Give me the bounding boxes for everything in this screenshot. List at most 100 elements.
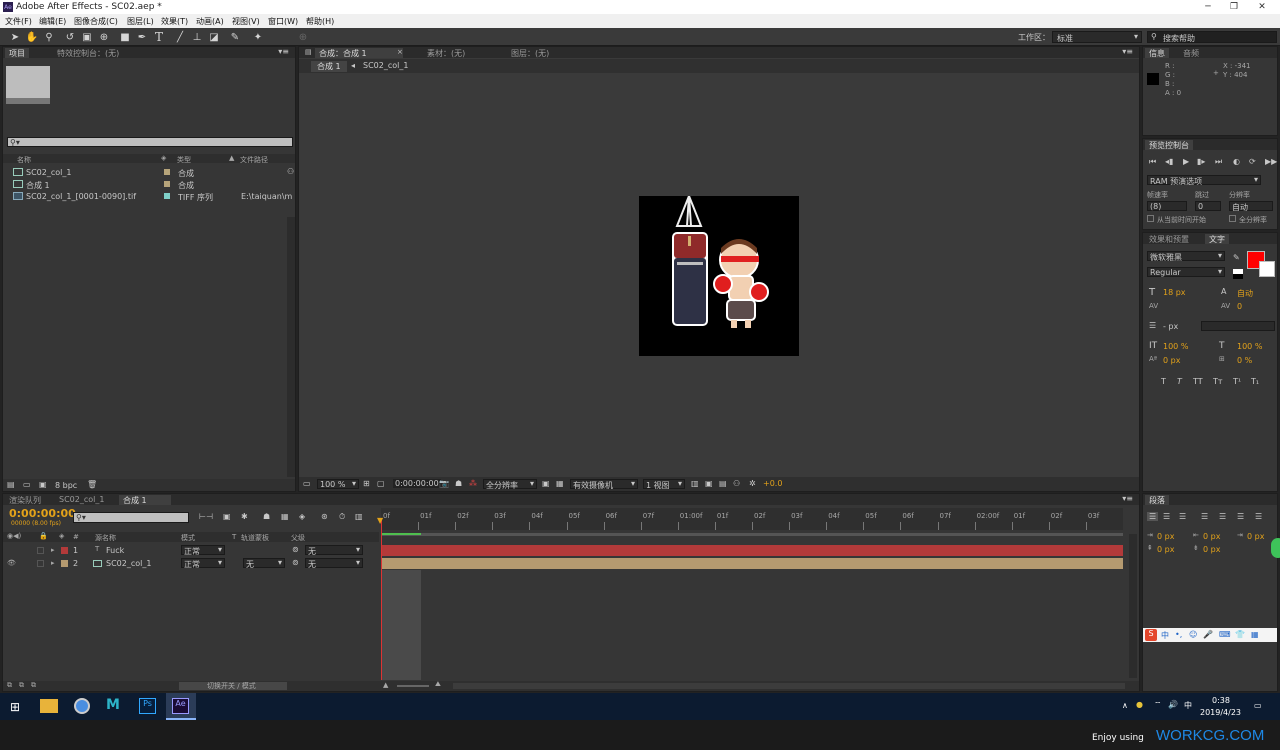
- justify-right-icon[interactable]: ☰: [1237, 512, 1244, 521]
- ram-options-select[interactable]: RAM 预演选项 ▾: [1147, 175, 1261, 186]
- tab-layer[interactable]: 图层：(无): [507, 48, 553, 58]
- views-select[interactable]: 1 视图 ▾: [643, 479, 685, 490]
- ime-mode[interactable]: 中: [1161, 630, 1169, 641]
- clone-stamp-tool-icon[interactable]: ⊥: [190, 30, 204, 44]
- minimize-button[interactable]: ─: [1198, 1, 1218, 13]
- loop-icon[interactable]: ⟳: [1249, 157, 1256, 166]
- vertical-scale-value[interactable]: 100 %: [1163, 342, 1188, 351]
- all-caps-icon[interactable]: TT: [1193, 377, 1203, 386]
- graph-editor-icon[interactable]: ▥: [355, 512, 363, 521]
- tab-footage[interactable]: 素材：(无): [423, 48, 469, 58]
- maya-icon[interactable]: M: [106, 697, 120, 713]
- tab-info[interactable]: 信息: [1145, 48, 1169, 58]
- motion-blur-icon[interactable]: ◈: [299, 512, 305, 521]
- layer-duration-bar[interactable]: [381, 558, 1123, 569]
- delete-icon[interactable]: 🗑: [87, 480, 97, 489]
- zoom-out-icon[interactable]: ▲: [383, 681, 388, 689]
- menu-help[interactable]: 帮助(H): [306, 16, 334, 27]
- clock-time[interactable]: 0:38: [1212, 696, 1230, 705]
- new-folder-icon[interactable]: ▭: [23, 480, 31, 489]
- tray-app-icon[interactable]: ●: [1136, 700, 1143, 709]
- full-res-checkbox[interactable]: [1229, 215, 1236, 222]
- frame-blending-icon[interactable]: ▦: [281, 512, 289, 521]
- tab-character[interactable]: 文字: [1205, 234, 1229, 244]
- keyboard-icon[interactable]: ⌨: [1219, 630, 1231, 639]
- comp-canvas[interactable]: [639, 195, 799, 356]
- leading-value[interactable]: 自动: [1237, 288, 1253, 299]
- tab-comp1[interactable]: 合成 1: [119, 495, 171, 505]
- align-center-icon[interactable]: ☰: [1163, 512, 1170, 521]
- flowchart-icon[interactable]: ⚇: [287, 167, 294, 176]
- workspace-select[interactable]: 标准 ▾: [1052, 31, 1142, 43]
- skin-icon[interactable]: 👕: [1235, 630, 1245, 639]
- ime-indicator[interactable]: 中: [1184, 700, 1192, 711]
- stroke-mode-select[interactable]: [1201, 321, 1275, 331]
- superscript-icon[interactable]: T¹: [1233, 377, 1241, 386]
- timeline-layer-row[interactable]: 👁 ▸ 2 SC02_col_1 正常 ▾ 无 ▾ ⊚ 无 ▾: [3, 557, 379, 569]
- next-frame-icon[interactable]: ▮▸: [1197, 157, 1205, 166]
- panel-menu-icon[interactable]: ▾≡: [1122, 494, 1133, 503]
- pickwhip-icon[interactable]: ⊚: [292, 545, 299, 554]
- ram-preview-icon[interactable]: ▶▶: [1265, 157, 1277, 166]
- transfer-controls-icon[interactable]: ⧉: [19, 681, 24, 690]
- frame-rate-select[interactable]: (8): [1147, 201, 1187, 211]
- toolbox-icon[interactable]: ▦: [1251, 630, 1259, 639]
- always-preview-icon[interactable]: ▭: [303, 479, 311, 488]
- rectangle-tool-icon[interactable]: ■: [118, 30, 132, 44]
- pickwhip-icon[interactable]: ⊚: [292, 558, 299, 567]
- project-scrollbar[interactable]: [287, 217, 295, 477]
- axis-mode-icon[interactable]: ⊕: [296, 30, 310, 44]
- work-area-bar[interactable]: [381, 533, 1123, 536]
- punctuation-icon[interactable]: •,: [1175, 630, 1182, 639]
- project-item[interactable]: 合成 1 合成: [3, 178, 295, 190]
- emoji-icon[interactable]: ☺: [1189, 630, 1197, 639]
- close-tab-icon[interactable]: ×: [397, 48, 403, 56]
- space-before-value[interactable]: 0 px: [1157, 545, 1174, 554]
- project-item[interactable]: SC02_col_1 合成: [3, 166, 295, 178]
- layer-switches-icon[interactable]: ⧉: [7, 681, 12, 690]
- pan-behind-tool-icon[interactable]: ⊕: [97, 30, 111, 44]
- eyedropper-icon[interactable]: ✎: [1233, 253, 1240, 262]
- lock-toggle[interactable]: [37, 547, 44, 554]
- resolution-select[interactable]: 自动: [1229, 201, 1273, 212]
- timeline-icon[interactable]: ▤: [719, 479, 727, 488]
- tab-effect-controls[interactable]: 特效控制台：(无): [53, 48, 123, 58]
- menu-layer[interactable]: 图层(L): [127, 16, 154, 27]
- first-frame-icon[interactable]: ⏮: [1149, 157, 1156, 167]
- baseline-shift-value[interactable]: 0 px: [1163, 356, 1180, 365]
- menu-composition[interactable]: 图像合成(C): [74, 16, 118, 27]
- lock-icon[interactable]: ▤: [305, 48, 312, 56]
- exposure-icon[interactable]: ✲: [749, 479, 756, 488]
- draft-3d-icon[interactable]: ✱: [241, 512, 248, 521]
- timeline-layer-row[interactable]: ▸ 1 T Fuck 正常 ▾ ⊚ 无 ▾: [3, 544, 379, 556]
- floating-badge-icon[interactable]: [1271, 538, 1280, 558]
- stopwatch-icon[interactable]: ⏱: [339, 512, 345, 522]
- tab-audio[interactable]: 音频: [1179, 48, 1203, 58]
- volume-icon[interactable]: 🔊: [1168, 700, 1178, 709]
- breadcrumb-comp[interactable]: 合成 1: [311, 61, 347, 72]
- tab-sc02[interactable]: SC02_col_1: [55, 495, 108, 505]
- font-style-select[interactable]: Regular ▾: [1147, 267, 1225, 277]
- track-matte-select[interactable]: 无 ▾: [243, 558, 285, 569]
- expand-arrow-icon[interactable]: ▸: [51, 546, 55, 554]
- current-time[interactable]: 0:00:00:00: [393, 479, 441, 488]
- selection-tool-icon[interactable]: ➤: [8, 30, 22, 44]
- toggle-pixel-aspect-icon[interactable]: ▥: [691, 479, 699, 488]
- mask-visibility-icon[interactable]: ▢: [377, 479, 385, 488]
- brush-tool-icon[interactable]: ╱: [173, 30, 187, 44]
- region-of-interest-icon[interactable]: ▣: [542, 479, 550, 488]
- tab-preview[interactable]: 预览控制台: [1145, 140, 1193, 150]
- roto-brush-tool-icon[interactable]: ✎: [228, 30, 242, 44]
- space-after-value[interactable]: 0 px: [1203, 545, 1220, 554]
- new-composition-icon[interactable]: ▣: [39, 480, 47, 489]
- column-t[interactable]: T: [232, 533, 236, 541]
- blend-mode-select[interactable]: 正常 ▾: [181, 545, 225, 556]
- column-number[interactable]: #: [73, 533, 79, 541]
- column-track-matte[interactable]: 轨道蒙板: [241, 533, 269, 543]
- menu-window[interactable]: 窗口(W): [268, 16, 298, 27]
- default-colors-icon[interactable]: [1233, 269, 1243, 279]
- menu-effect[interactable]: 效果(T): [161, 16, 188, 27]
- tab-project[interactable]: 项目: [5, 48, 29, 58]
- blend-mode-select[interactable]: 正常 ▾: [181, 558, 225, 569]
- panel-menu-icon[interactable]: ▾≡: [278, 47, 289, 56]
